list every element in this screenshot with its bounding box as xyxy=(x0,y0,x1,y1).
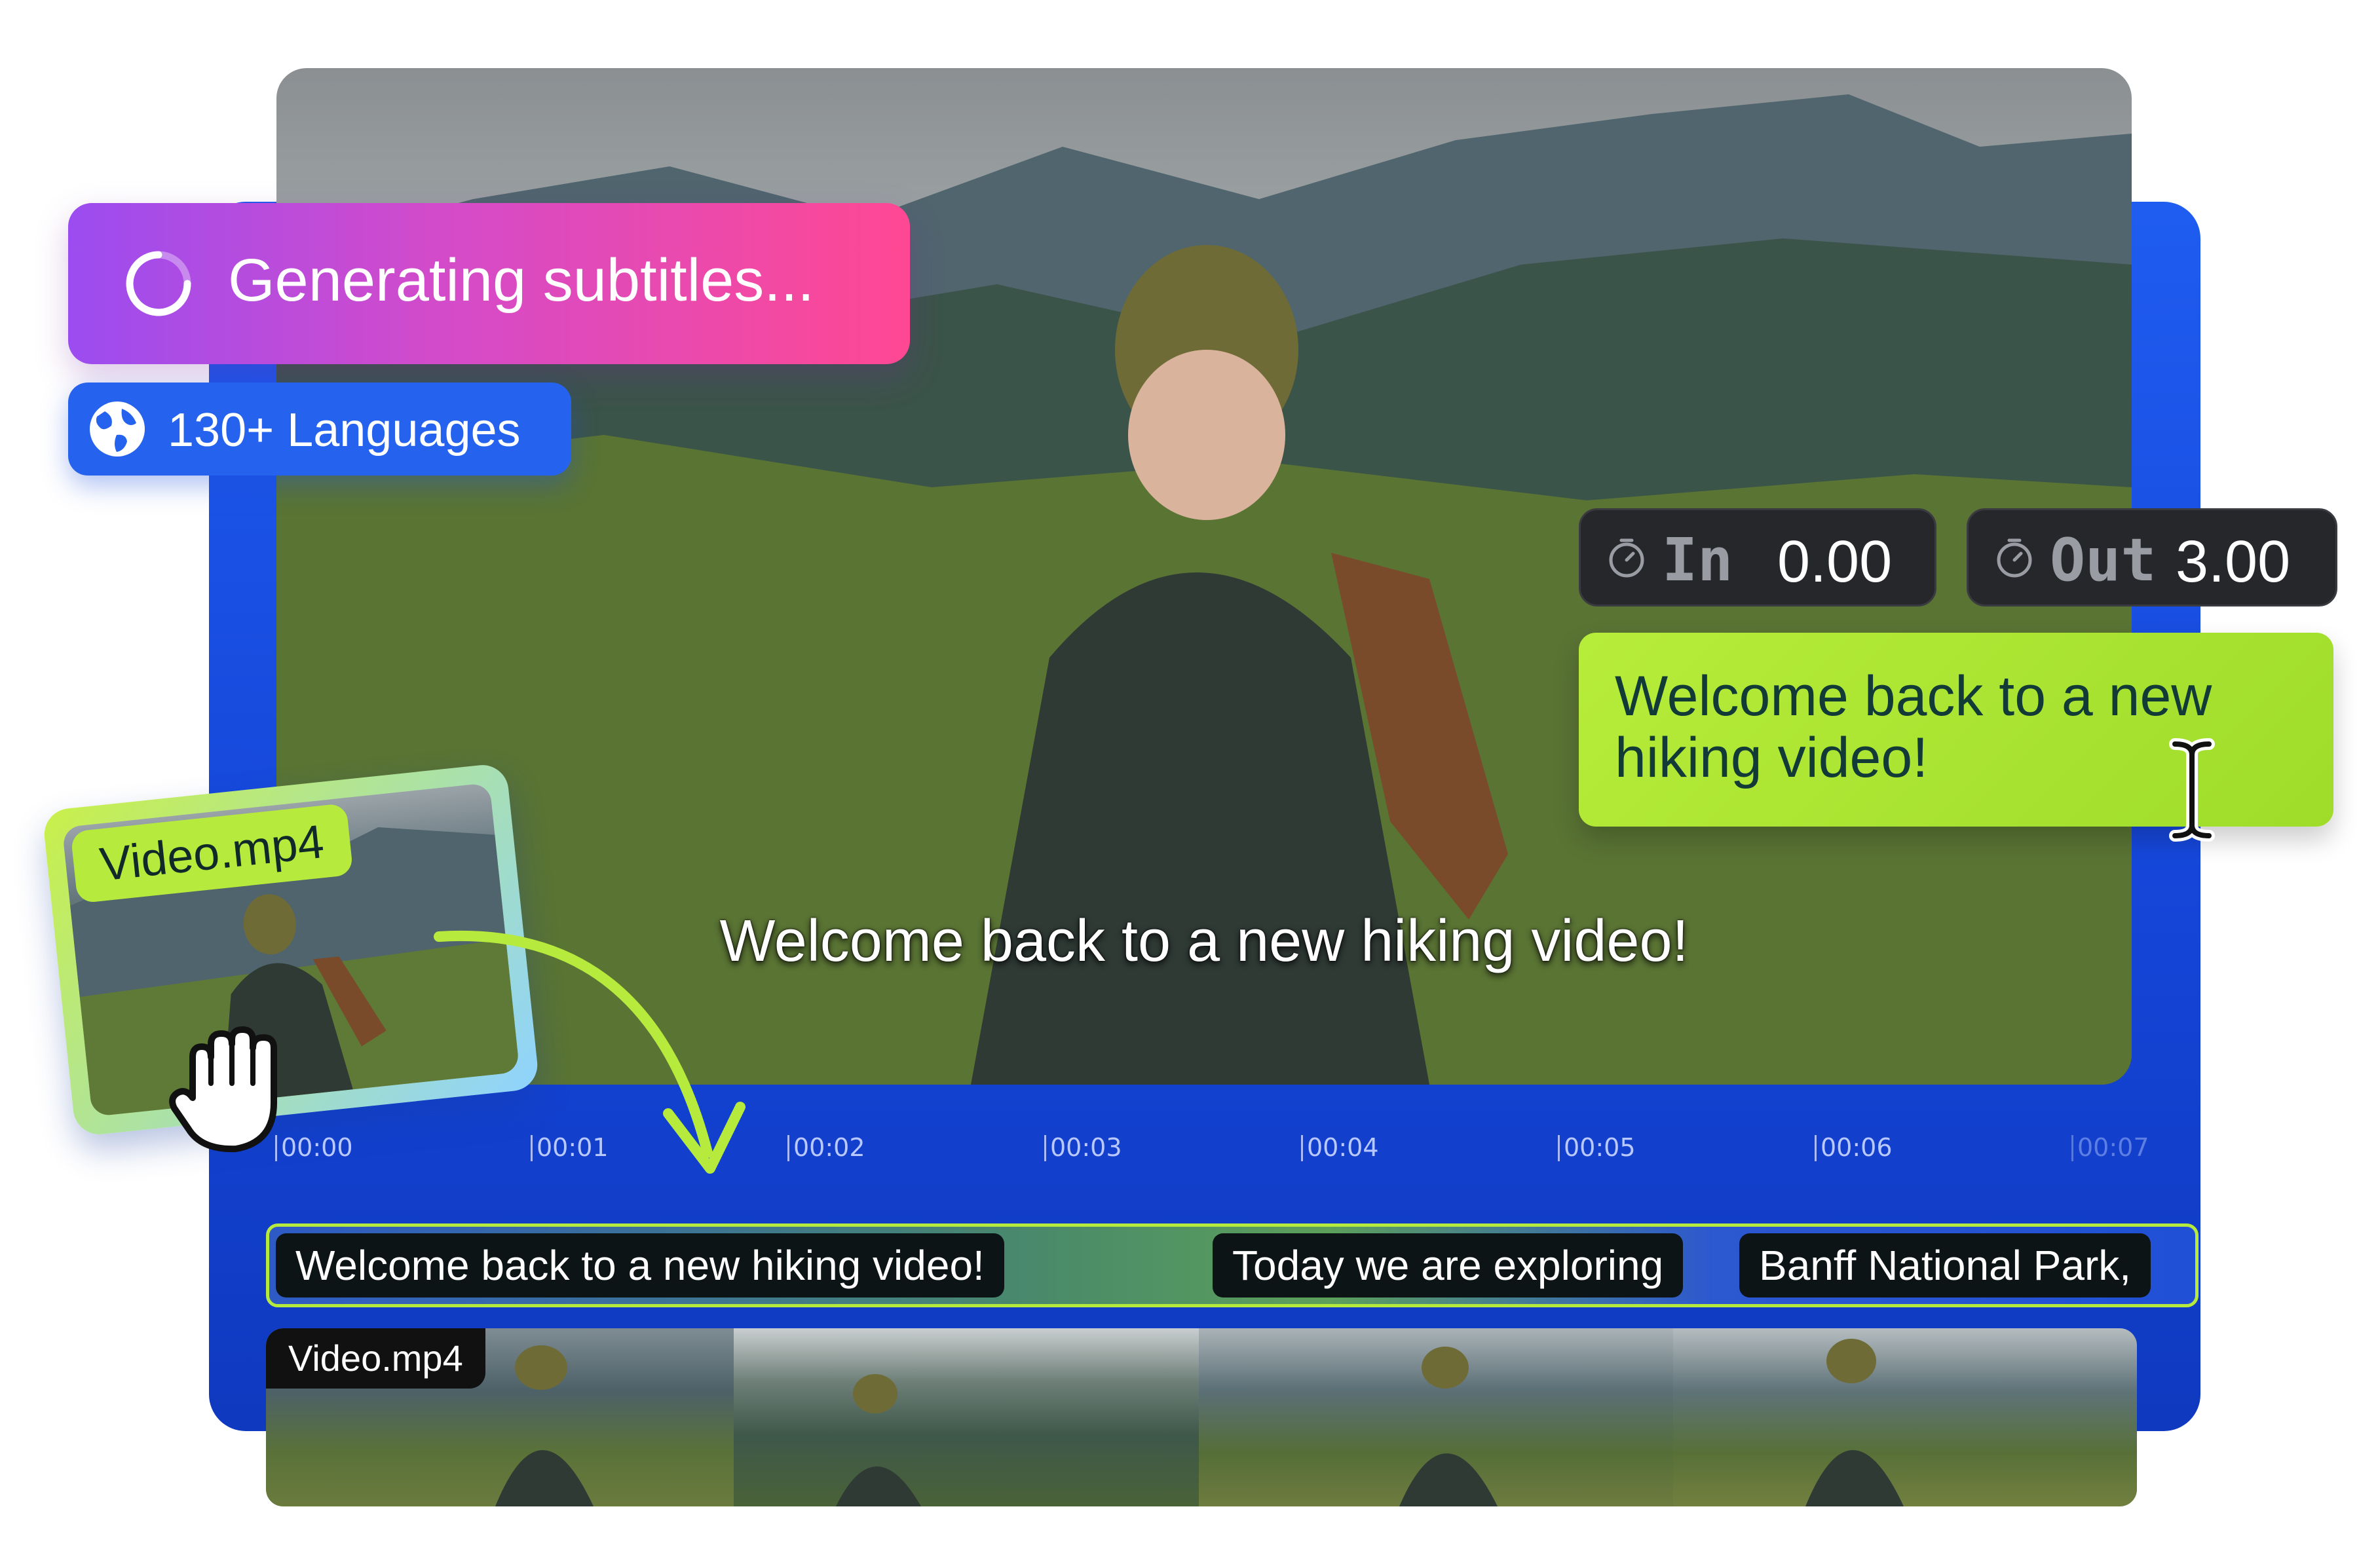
out-timecode[interactable]: Out 3.00 xyxy=(1967,508,2337,607)
caption-track[interactable]: Welcome back to a new hiking video! Toda… xyxy=(266,1223,2199,1307)
languages-label: 130+ Languages xyxy=(168,404,521,457)
timeline-tick: 00:04 xyxy=(1301,1133,1379,1162)
in-label: In xyxy=(1662,526,1733,595)
timeline-tick: 00:01 xyxy=(531,1133,609,1162)
caption-clip[interactable]: Welcome back to a new hiking video! xyxy=(276,1233,1004,1297)
loading-spinner-icon xyxy=(126,251,191,316)
out-value[interactable]: 3.00 xyxy=(2176,529,2290,596)
stopwatch-icon xyxy=(1609,538,1644,578)
in-value[interactable]: 0.00 xyxy=(1777,529,1892,596)
out-label: Out xyxy=(2050,526,2157,595)
timeline-tick: 00:07 xyxy=(2071,1133,2149,1162)
timeline-tick: 00:05 xyxy=(1558,1133,1636,1162)
timeline-tick: 00:03 xyxy=(1044,1133,1122,1162)
languages-badge[interactable]: 130+ Languages xyxy=(68,383,571,476)
video-frames-illustration xyxy=(495,1339,1904,1506)
timeline-tick: 00:00 xyxy=(275,1133,353,1162)
text-cursor-icon xyxy=(2169,738,2215,842)
generating-subtitles-badge: Generating subtitles... xyxy=(68,203,910,364)
video-track-label: Video.mp4 xyxy=(266,1328,485,1389)
globe-icon xyxy=(90,401,145,457)
timeline-tick: 00:06 xyxy=(1815,1133,1893,1162)
generating-label: Generating subtitles... xyxy=(228,247,814,314)
video-track[interactable]: Video.mp4 xyxy=(266,1328,2137,1506)
in-timecode[interactable]: In 0.00 xyxy=(1579,508,1936,607)
caption-clip[interactable]: Today we are exploring xyxy=(1213,1233,1684,1297)
timeline-tick: 00:02 xyxy=(787,1133,865,1162)
subtitle-edit-card[interactable]: Welcome back to a new hiking video! xyxy=(1579,633,2333,827)
stopwatch-icon xyxy=(1997,538,2032,578)
caption-clip[interactable]: Banff National Park, xyxy=(1739,1233,2151,1297)
